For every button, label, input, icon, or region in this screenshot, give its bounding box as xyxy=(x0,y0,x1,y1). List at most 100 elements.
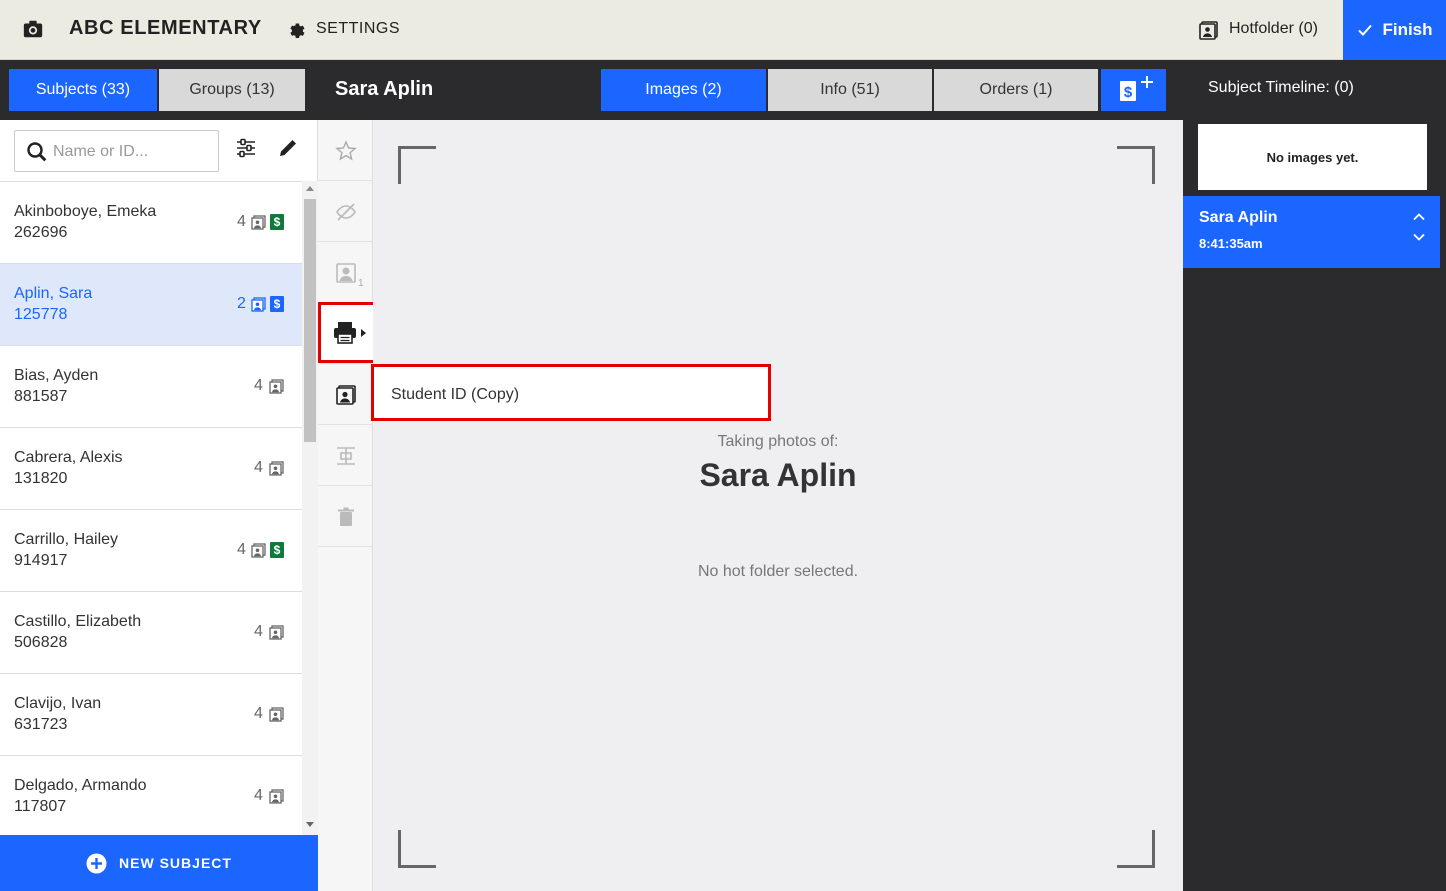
chevron-down-icon[interactable] xyxy=(1412,230,1426,244)
subject-id: 262696 xyxy=(14,224,68,241)
image-count: 4 xyxy=(237,541,246,558)
subject-id: 914917 xyxy=(14,552,68,569)
settings-link[interactable]: SETTINGS xyxy=(316,20,400,38)
app-title: ABC ELEMENTARY xyxy=(69,17,262,39)
dollar-plus-icon: $ xyxy=(1120,76,1153,101)
tab-orders[interactable]: Orders (1) xyxy=(934,69,1098,111)
no-images-text: No images yet. xyxy=(1266,149,1359,165)
subject-id: 881587 xyxy=(14,388,68,405)
new-subject-button[interactable]: NEW SUBJECT xyxy=(0,835,318,891)
timeline-entry-time: 8:41:35am xyxy=(1199,236,1263,251)
pencil-icon[interactable] xyxy=(278,138,298,158)
subject-row[interactable]: Delgado, Armando 117807 4 xyxy=(0,756,302,835)
scroll-up-arrow[interactable] xyxy=(306,186,314,191)
print-menu: Student ID (Copy) xyxy=(371,364,771,421)
chevron-up-icon[interactable] xyxy=(1412,210,1426,224)
top-bar: ABC ELEMENTARY SETTINGS Hotfolder (0) Fi… xyxy=(0,0,1446,60)
subject-row[interactable]: Akinboboye, Emeka 262696 4 $ xyxy=(0,182,302,264)
image-count: 4 xyxy=(254,459,263,476)
subject-id: 125778 xyxy=(14,306,68,323)
timeline-panel: No images yet. Sara Aplin 8:41:35am xyxy=(1183,120,1446,891)
subject-id: 631723 xyxy=(14,716,68,733)
hotfolder-label[interactable]: Hotfolder (0) xyxy=(1229,20,1318,38)
photo-stack-icon xyxy=(251,297,266,312)
tab-groups[interactable]: Groups (13) xyxy=(159,69,305,111)
subject-name: Cabrera, Alexis xyxy=(14,449,123,466)
align-center-icon xyxy=(337,447,355,465)
print-button-highlighted[interactable] xyxy=(318,302,376,363)
print-menu-item-student-id[interactable]: Student ID (Copy) xyxy=(391,386,519,404)
subject-row[interactable]: Aplin, Sara 125778 2 $ xyxy=(0,264,302,346)
gear-icon[interactable] xyxy=(285,19,305,39)
photo-stack-icon xyxy=(269,461,284,476)
add-order-button[interactable]: $ xyxy=(1101,69,1166,111)
no-images-placeholder: No images yet. xyxy=(1198,124,1427,190)
search-input[interactable] xyxy=(53,139,213,165)
subject-row[interactable]: Clavijo, Ivan 631723 4 xyxy=(0,674,302,756)
trash-icon xyxy=(338,507,354,526)
tab-images[interactable]: Images (2) xyxy=(601,69,766,111)
photo-stack-icon xyxy=(251,215,266,230)
current-subject-title: Sara Aplin xyxy=(335,78,434,100)
frame-corner-top-left xyxy=(398,146,436,184)
timeline-entry-name: Sara Aplin xyxy=(1199,209,1278,226)
image-count: 4 xyxy=(254,787,263,804)
search-icon xyxy=(27,142,47,162)
primary-photo-tool[interactable]: 1 xyxy=(318,242,373,303)
subject-row[interactable]: Castillo, Elizabeth 506828 4 xyxy=(0,592,302,674)
filter-sliders-icon[interactable] xyxy=(236,138,256,158)
capture-subject-name: Sara Aplin xyxy=(699,457,857,493)
photo-stack-icon xyxy=(336,385,356,405)
frame-corner-bottom-left xyxy=(398,830,436,868)
tool-column: 1 xyxy=(318,120,373,891)
subject-name: Carrillo, Hailey xyxy=(14,531,119,548)
timeline-entry[interactable]: Sara Aplin 8:41:35am xyxy=(1183,196,1440,268)
subject-row[interactable]: Carrillo, Hailey 914917 4 $ xyxy=(0,510,302,592)
subject-id: 131820 xyxy=(14,470,68,487)
search-box[interactable] xyxy=(14,130,219,172)
hotfolder-icon[interactable] xyxy=(1199,20,1219,40)
timeline-title: Subject Timeline: (0) xyxy=(1208,79,1354,96)
scroll-thumb[interactable] xyxy=(304,199,316,442)
subject-name: Akinboboye, Emeka xyxy=(14,203,157,220)
subject-name: Aplin, Sara xyxy=(14,285,93,302)
check-icon xyxy=(1358,24,1373,36)
image-count: 2 xyxy=(237,295,246,312)
photo-stack-icon xyxy=(269,379,284,394)
favorite-tool[interactable] xyxy=(318,120,373,181)
finish-label: Finish xyxy=(1382,20,1433,39)
tab-subjects[interactable]: Subjects (33) xyxy=(9,69,157,111)
photo-stack-icon xyxy=(269,789,284,804)
subject-id: 117807 xyxy=(14,798,67,815)
subject-name: Clavijo, Ivan xyxy=(14,695,102,712)
taking-photos-label: Taking photos of: xyxy=(717,433,839,450)
camera-icon[interactable] xyxy=(22,18,44,40)
subject-row[interactable]: Bias, Ayden 881587 4 xyxy=(0,346,302,428)
new-subject-label: NEW SUBJECT xyxy=(119,855,232,871)
plus-circle-icon xyxy=(86,853,107,873)
portrait-icon xyxy=(336,263,356,283)
scrollbar[interactable] xyxy=(302,181,318,835)
crop-tool[interactable] xyxy=(318,425,373,486)
svg-text:$: $ xyxy=(1124,84,1133,101)
eye-slash-icon xyxy=(336,203,356,221)
subject-row[interactable]: Cabrera, Alexis 131820 4 xyxy=(0,428,302,510)
hide-tool[interactable] xyxy=(318,181,373,242)
id-card-tool[interactable] xyxy=(318,364,373,425)
subject-name: Delgado, Armando xyxy=(14,777,147,794)
printer-icon xyxy=(334,322,366,344)
paid-dollar-icon: $ xyxy=(270,296,284,312)
paid-dollar-icon: $ xyxy=(270,542,284,558)
scroll-down-arrow[interactable] xyxy=(306,822,314,827)
subject-name: Bias, Ayden xyxy=(14,367,99,384)
tool-badge: 1 xyxy=(358,278,364,289)
image-count: 4 xyxy=(254,623,263,640)
image-count: 4 xyxy=(254,377,263,394)
photo-stack-icon xyxy=(269,707,284,722)
finish-button[interactable]: Finish xyxy=(1343,0,1446,60)
subject-list: Akinboboye, Emeka 262696 4 $ Aplin, Sara 1257… xyxy=(0,181,302,835)
delete-tool[interactable] xyxy=(318,486,373,547)
capture-area: Taking photos of: Sara Aplin No hot fold… xyxy=(373,120,1183,891)
photo-stack-icon xyxy=(251,543,266,558)
tab-info[interactable]: Info (51) xyxy=(768,69,932,111)
